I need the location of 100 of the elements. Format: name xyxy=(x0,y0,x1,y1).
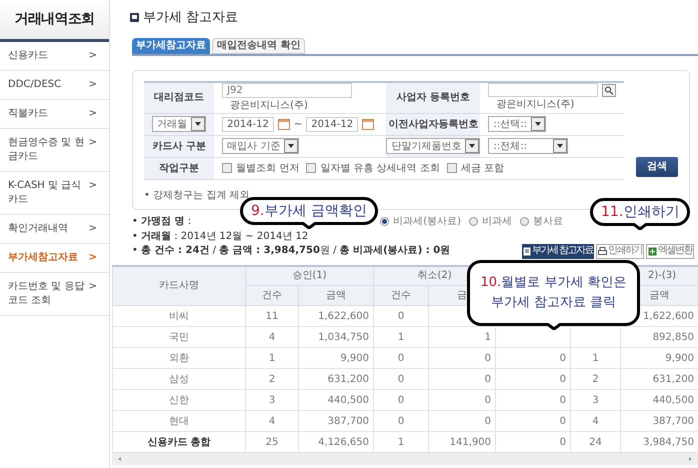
radio-label: 비과세 xyxy=(482,216,512,228)
dropdown[interactable]: 매입사 기준 xyxy=(222,138,300,154)
table-cell: 4 xyxy=(570,410,621,432)
table-cell: 0 xyxy=(496,368,571,390)
sidebar-item[interactable]: 신용카드 > xyxy=(0,42,109,71)
field-label: 사업자 등록번호 xyxy=(396,92,470,103)
agency-code-field[interactable]: J92 xyxy=(222,82,352,98)
table-cell: 4 xyxy=(246,410,298,432)
square-bullet-icon xyxy=(130,13,139,22)
sidebar-item[interactable]: 현금영수증 및 현금카드 > xyxy=(0,129,109,172)
calendar-icon[interactable] xyxy=(362,118,374,130)
table-cell: 1 xyxy=(246,348,298,368)
tab[interactable]: 매입전송내역 확인 xyxy=(212,38,306,54)
radio-label: 봉사료 xyxy=(533,216,563,228)
date-separator: ~ xyxy=(294,118,302,132)
business-number-field[interactable] xyxy=(488,83,598,97)
table-cell: 국민 xyxy=(112,326,246,348)
search-icon[interactable] xyxy=(602,84,616,96)
table-cell: 2 xyxy=(246,368,298,390)
date-field[interactable]: 2014-12 xyxy=(222,116,274,132)
table-cell: 3 xyxy=(246,390,298,410)
sidebar-item[interactable]: 부가세참고자료 > xyxy=(0,244,109,273)
table-cell: 9,900 xyxy=(298,348,374,368)
callout-text: 인쇄하기 xyxy=(623,204,680,220)
dropdown[interactable]: ::전체:: xyxy=(488,138,568,154)
table-cell: 440,500 xyxy=(298,390,374,410)
table-cell: 631,200 xyxy=(298,368,374,390)
merchant-name-text: • 가맹점 명 : xyxy=(132,216,192,228)
table-cell: 현대 xyxy=(112,410,246,432)
step-number: 11. xyxy=(601,204,624,220)
sidebar-item[interactable]: 카드번호 및 응답코드 조회 > xyxy=(0,273,109,316)
table-cell: 0 xyxy=(374,390,429,410)
table-cell: 0 xyxy=(496,390,571,410)
radio-button[interactable] xyxy=(380,217,390,226)
horizontal-scrollbar[interactable] xyxy=(112,453,698,465)
sidebar-item[interactable]: 직불카드 > xyxy=(0,100,109,129)
tab[interactable]: 부가세참고자료 xyxy=(132,38,210,54)
field-label: 작업구분 xyxy=(159,162,200,174)
field-label: 이전사업자등록번호 xyxy=(388,118,478,130)
column-header: 건수 xyxy=(374,286,429,306)
business-name: 광은비지니스(주) xyxy=(495,98,576,112)
checkbox[interactable] xyxy=(306,163,316,173)
table-cell: 0 xyxy=(496,410,571,432)
search-button[interactable]: 검색 xyxy=(636,156,678,176)
dropdown[interactable]: 단말기제품번호 xyxy=(386,138,480,154)
date-field[interactable]: 2014-12 xyxy=(306,116,358,132)
page-title: 부가세 참고자료 xyxy=(143,9,238,27)
dropdown[interactable]: ::선택:: xyxy=(488,116,546,132)
checkbox-label: 월별조회 먼저 xyxy=(236,162,300,176)
table-cell: 삼성 xyxy=(112,368,246,390)
column-header: 카드사명 xyxy=(112,266,246,306)
step-number: 9. xyxy=(251,203,264,219)
table-cell: 1 xyxy=(374,326,429,348)
checkbox[interactable] xyxy=(446,163,457,173)
calendar-icon[interactable] xyxy=(278,118,290,130)
table-cell: 0 xyxy=(374,368,429,390)
action-button[interactable]: 인쇄하기 xyxy=(596,244,644,258)
radio-button[interactable] xyxy=(520,217,529,226)
sidebar-item[interactable]: 확인거래내역 > xyxy=(0,215,109,244)
radio-button[interactable] xyxy=(469,217,478,226)
table-cell: 1 xyxy=(570,348,621,368)
period-text: • 거래월 : 2014년 12월 ~ 2014년 12 xyxy=(132,230,310,242)
printer-icon xyxy=(598,246,607,256)
totals-text: • 총 건수 : 24건 / 총 금액 : 3,984,750원 / 총 비과세(봉사료) : 0원 xyxy=(132,245,450,257)
table-cell: 비씨 xyxy=(112,306,246,326)
action-button[interactable]: 엑셀변환 xyxy=(646,244,694,258)
table-cell: 1 xyxy=(428,326,496,348)
table-cell: 387,700 xyxy=(298,410,374,432)
table-cell: 3 xyxy=(570,390,621,410)
table-cell: 1,622,600 xyxy=(298,306,374,326)
checkbox[interactable] xyxy=(222,163,232,173)
spreadsheet-icon xyxy=(648,246,657,256)
table-cell: 0 xyxy=(428,348,496,368)
note-text: • 강제청구는 집계 제외 xyxy=(144,188,250,202)
field-label: 카드사 구분 xyxy=(152,140,206,152)
document-icon xyxy=(522,246,531,256)
column-header: 금액 xyxy=(298,286,374,306)
table-cell: 0 xyxy=(428,410,496,432)
table-cell: 0 xyxy=(496,348,571,368)
dropdown[interactable]: 거래월 xyxy=(152,116,206,132)
table-cell: 11 xyxy=(246,306,298,326)
table-cell: 외환 xyxy=(112,348,246,368)
table-cell: 1,034,750 xyxy=(298,326,374,348)
checkbox-label: 일자별 유흥 상세내역 조회 xyxy=(320,162,440,176)
callout-text: 부가세 금액확인 xyxy=(264,203,367,219)
radio-label: 비과세(봉사료) xyxy=(393,216,461,228)
table-cell: 0 xyxy=(374,348,429,368)
action-button[interactable]: 부가세 참고자료 xyxy=(522,244,594,258)
sidebar-item[interactable]: K-CASH 및 급식카드 > xyxy=(0,172,109,215)
table-cell: 0 xyxy=(428,368,496,390)
table-cell: 4 xyxy=(246,326,298,348)
table-cell: 0 xyxy=(428,390,496,410)
table-cell: 0 xyxy=(374,306,429,326)
table-cell: 2 xyxy=(570,368,621,390)
sidebar-item[interactable]: DDC/DESC > xyxy=(0,71,109,100)
table-cell: 0 xyxy=(374,410,429,432)
agency-name: 광은비지니스(주) xyxy=(229,98,309,112)
table-cell: 신한 xyxy=(112,390,246,410)
column-header: 건수 xyxy=(246,286,298,306)
checkbox-label: 세금 포함 xyxy=(460,162,504,176)
